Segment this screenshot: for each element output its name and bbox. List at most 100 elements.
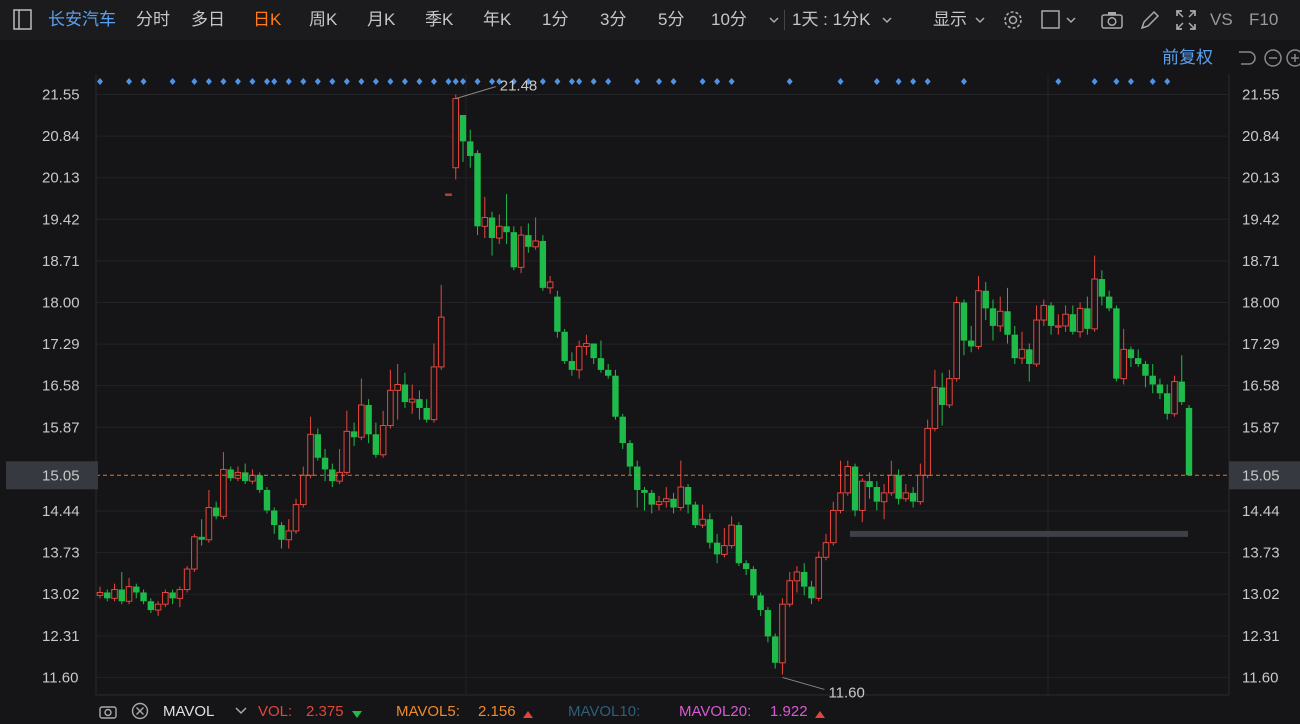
candle-down[interactable] <box>314 428 321 461</box>
kline-chart[interactable]: 21.55 20.84 20.13 19.42 18.71 18.00 17.29 16.58… <box>0 0 1300 700</box>
close-icon[interactable] <box>130 702 150 724</box>
candle-down[interactable] <box>909 487 917 508</box>
candle-up[interactable] <box>946 369 953 408</box>
event-marker[interactable] <box>924 78 931 85</box>
event-marker[interactable] <box>234 78 241 85</box>
candle-up[interactable] <box>844 460 852 496</box>
candle-up[interactable] <box>205 489 213 543</box>
event-marker[interactable] <box>430 78 437 85</box>
candle-down[interactable] <box>706 513 714 549</box>
candle-up[interactable] <box>387 369 394 429</box>
candle-up[interactable] <box>532 217 539 250</box>
event-marker[interactable] <box>314 78 321 85</box>
event-marker[interactable] <box>910 78 917 85</box>
candle-up[interactable] <box>953 296 960 382</box>
candle-down[interactable] <box>1134 349 1142 367</box>
candle-down[interactable] <box>873 481 881 511</box>
event-marker[interactable] <box>1055 78 1062 85</box>
candle-down[interactable] <box>1098 270 1106 306</box>
candle-down[interactable] <box>278 522 285 549</box>
candle-down[interactable] <box>634 460 641 508</box>
candle-up[interactable] <box>234 466 242 482</box>
event-marker[interactable] <box>1164 78 1171 85</box>
event-marker[interactable] <box>590 78 597 85</box>
event-marker[interactable] <box>97 78 103 85</box>
candle-up[interactable] <box>880 484 888 520</box>
candle-up[interactable] <box>292 498 300 534</box>
candle-up[interactable] <box>902 484 910 502</box>
candle-down[interactable] <box>147 598 155 613</box>
event-marker[interactable] <box>568 78 575 85</box>
event-marker[interactable] <box>140 78 147 85</box>
candle-up[interactable] <box>1040 299 1048 326</box>
event-marker[interactable] <box>220 78 227 85</box>
candle-down[interactable] <box>938 372 946 426</box>
event-marker[interactable] <box>895 78 902 85</box>
candle-up[interactable] <box>1171 375 1178 417</box>
candle-up[interactable] <box>358 378 365 441</box>
event-marker[interactable] <box>699 78 706 85</box>
candle-up[interactable] <box>786 571 794 608</box>
event-marker[interactable] <box>670 78 677 85</box>
candle-down[interactable] <box>808 580 815 605</box>
candle-up[interactable] <box>1076 302 1084 338</box>
candle-down[interactable] <box>648 489 655 514</box>
candle-up[interactable] <box>779 598 786 675</box>
candle-up[interactable] <box>408 384 416 414</box>
candle-down[interactable] <box>467 129 474 168</box>
candle-up[interactable] <box>191 533 198 572</box>
candle-up[interactable] <box>125 577 133 605</box>
candle-up[interactable] <box>1033 305 1040 367</box>
candle-up[interactable] <box>481 197 489 239</box>
candle-down[interactable] <box>423 399 430 423</box>
event-marker[interactable] <box>452 78 459 85</box>
candle-down[interactable] <box>1142 361 1149 388</box>
event-marker[interactable] <box>285 78 292 85</box>
candle-up[interactable] <box>829 501 837 546</box>
candle-down[interactable] <box>1185 405 1193 476</box>
candle-up[interactable] <box>699 504 706 529</box>
candle-down[interactable] <box>982 281 989 321</box>
event-marker[interactable] <box>728 78 735 85</box>
candle-down[interactable] <box>750 566 757 599</box>
candle-down[interactable] <box>960 299 968 356</box>
event-marker[interactable] <box>474 78 481 85</box>
candle-up[interactable] <box>154 601 162 616</box>
event-marker[interactable] <box>460 78 466 85</box>
event-marker[interactable] <box>126 78 133 85</box>
candle-up[interactable] <box>183 566 191 593</box>
candle-up[interactable] <box>220 451 227 520</box>
candle-down[interactable] <box>554 290 561 338</box>
candle-down[interactable] <box>271 507 278 534</box>
candle-up[interactable] <box>822 533 830 561</box>
event-marker[interactable] <box>169 78 176 85</box>
candle-down[interactable] <box>104 589 111 602</box>
event-marker[interactable] <box>343 78 350 85</box>
candle-up[interactable] <box>996 296 1004 332</box>
candle-up[interactable] <box>575 340 583 379</box>
candle-up[interactable] <box>662 487 670 508</box>
event-marker[interactable] <box>271 78 278 85</box>
event-marker[interactable] <box>358 78 365 85</box>
candle-up[interactable] <box>162 589 169 608</box>
candle-down[interactable] <box>1164 384 1171 420</box>
candle-up[interactable] <box>394 363 401 420</box>
event-marker[interactable] <box>489 78 496 85</box>
candle-down[interactable] <box>590 343 597 364</box>
candle-up[interactable] <box>975 276 982 350</box>
event-marker[interactable] <box>1091 78 1098 85</box>
candle-up[interactable] <box>917 463 924 505</box>
candle-up[interactable] <box>546 276 554 294</box>
candle-down[interactable] <box>242 463 249 485</box>
candle-up[interactable] <box>677 460 685 511</box>
candle-up[interactable] <box>931 369 939 432</box>
candle-up[interactable] <box>437 284 445 370</box>
event-marker[interactable] <box>1113 78 1120 85</box>
event-marker[interactable] <box>837 78 844 85</box>
candle-down[interactable] <box>684 484 692 514</box>
candle-up[interactable] <box>1055 314 1062 335</box>
event-marker[interactable] <box>416 78 423 85</box>
candle-down[interactable] <box>416 390 423 420</box>
candle-up[interactable] <box>888 460 895 496</box>
candle-up[interactable] <box>793 566 801 593</box>
